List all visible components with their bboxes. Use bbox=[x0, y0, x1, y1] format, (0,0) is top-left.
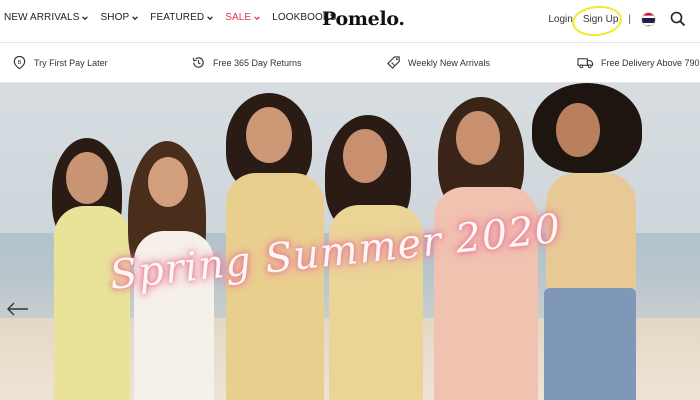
returns-clock-icon bbox=[192, 57, 204, 68]
brand-logo[interactable]: Pomelo. bbox=[322, 8, 405, 30]
chevron-down-icon bbox=[254, 15, 261, 20]
benefit-try-first[interactable]: B Try First Pay Later bbox=[12, 55, 108, 70]
tag-icon bbox=[387, 56, 400, 69]
arrow-left-icon[interactable] bbox=[6, 301, 30, 317]
signup-link[interactable]: Sign Up bbox=[570, 2, 624, 39]
hero-banner[interactable]: Spring Summer 2020 bbox=[0, 83, 700, 400]
nav-item-shop[interactable]: SHOP bbox=[100, 12, 139, 23]
benefit-label: Weekly New Arrivals bbox=[408, 57, 490, 68]
thailand-flag-icon[interactable] bbox=[641, 11, 656, 27]
nav-item-new-arrivals[interactable]: NEW ARRIVALS bbox=[4, 12, 89, 23]
nav-item-label: SHOP bbox=[100, 12, 130, 23]
truck-icon bbox=[577, 58, 594, 69]
benefits-bar: B Try First Pay Later Free 365 Day Retur… bbox=[0, 42, 700, 83]
nav-item-label: NEW ARRIVALS bbox=[4, 12, 80, 23]
pay-later-icon: B bbox=[13, 55, 26, 70]
benefit-free-returns[interactable]: Free 365 Day Returns bbox=[191, 55, 302, 70]
benefit-free-delivery[interactable]: Free Delivery Above 790 T bbox=[577, 55, 700, 70]
nav-item-label: FEATURED bbox=[150, 12, 205, 23]
nav-item-featured[interactable]: FEATURED bbox=[150, 12, 214, 23]
svg-text:B: B bbox=[18, 60, 22, 66]
login-link[interactable]: Login bbox=[548, 14, 572, 25]
highlight-circle bbox=[570, 2, 624, 39]
benefit-weekly-arrivals[interactable]: Weekly New Arrivals bbox=[386, 55, 490, 70]
nav-item-label: SALE bbox=[225, 12, 252, 23]
chevron-down-icon bbox=[207, 15, 214, 20]
benefit-label: Free Delivery Above 790 T bbox=[601, 57, 700, 68]
nav-item-sale[interactable]: SALE bbox=[225, 12, 261, 23]
account-controls: Login Sign Up | bbox=[548, 2, 686, 39]
benefit-label: Free 365 Day Returns bbox=[213, 57, 302, 68]
main-menu: NEW ARRIVALS SHOP FEATURED SALE LOOKBOOK… bbox=[4, 12, 336, 23]
chevron-down-icon bbox=[132, 15, 139, 20]
top-navigation: NEW ARRIVALS SHOP FEATURED SALE LOOKBOOK… bbox=[0, 0, 700, 42]
chevron-down-icon bbox=[82, 15, 89, 20]
benefit-label: Try First Pay Later bbox=[34, 57, 108, 68]
search-icon[interactable] bbox=[670, 11, 686, 27]
nav-separator: | bbox=[628, 13, 631, 25]
